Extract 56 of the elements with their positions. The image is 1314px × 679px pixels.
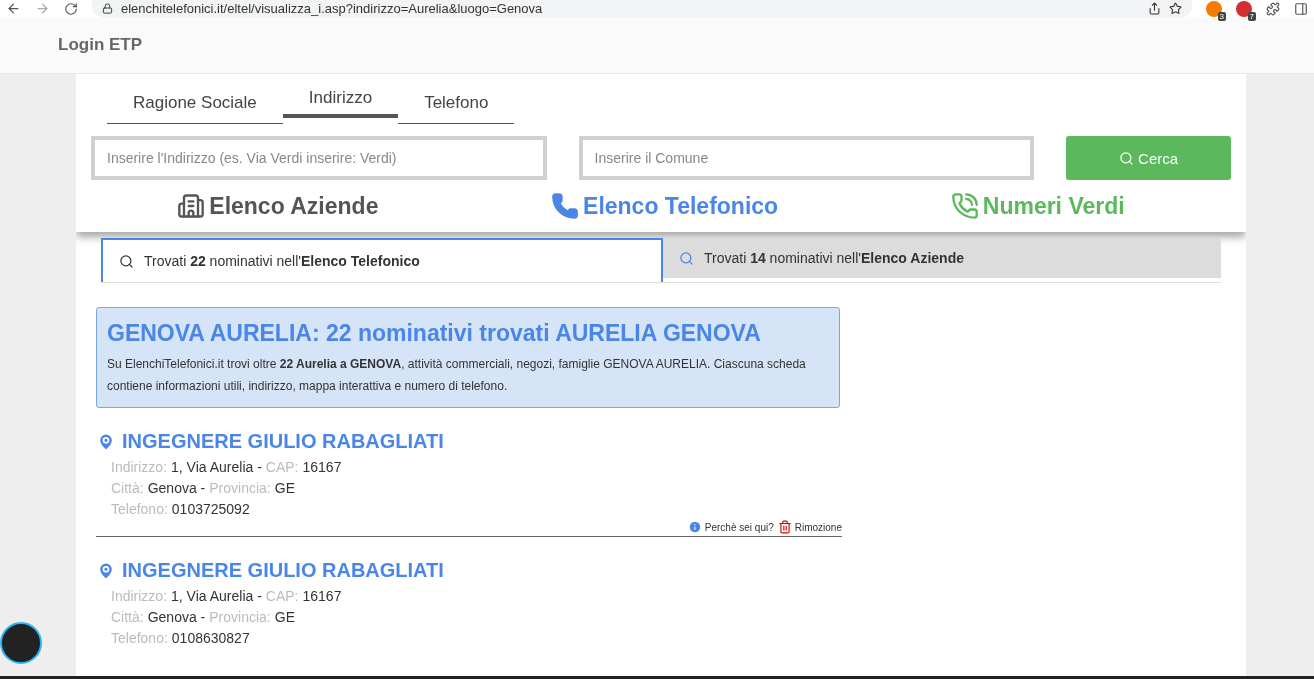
extensions-icon[interactable] [1266, 1, 1280, 16]
url-text: elenchitelefonici.it/eltel/visualizza_i.asp?indirizzo=Aurelia&luogo=Genova [121, 1, 544, 16]
reload-icon[interactable] [64, 1, 78, 16]
field-value: 1, Via Aurelia - [171, 458, 262, 477]
extension-badge: 3 [1217, 11, 1226, 21]
extension-badge: 7 [1247, 11, 1256, 21]
field-value: GE [274, 479, 295, 498]
field-label: Telefono: [111, 500, 168, 519]
field-value: 16167 [302, 587, 342, 606]
accessibility-widget[interactable] [0, 622, 42, 664]
bookmark-star-icon[interactable] [1169, 2, 1182, 15]
action-link[interactable]: Rimozione [777, 520, 842, 534]
action-link[interactable]: Perchè sei qui? [687, 520, 774, 534]
search-icon [679, 250, 694, 266]
entry-name-link[interactable]: INGEGNERE GIULIO RABAGLIATI [122, 559, 444, 582]
city-field[interactable]: Inserire il Comune [578, 136, 1035, 180]
field-label: Indirizzo: [111, 458, 168, 477]
search-icon [1119, 150, 1135, 166]
search-icon [119, 253, 134, 269]
field-value: 0108630827 [171, 629, 250, 648]
field-label: CAP: [265, 458, 299, 477]
field-value: 1, Via Aurelia - [171, 587, 262, 606]
building-icon [177, 192, 206, 220]
field-value: 16167 [302, 458, 342, 477]
field-label: Città: [111, 608, 144, 627]
field-value: Genova - [147, 608, 206, 627]
phone-icon [551, 192, 580, 220]
login-link[interactable]: Login ETP [58, 35, 143, 55]
directory-link[interactable]: Elenco Telefonico [551, 192, 779, 220]
field-label: Provincia: [209, 479, 271, 498]
back-icon[interactable] [6, 1, 21, 16]
phone-icon [950, 192, 979, 220]
summary-title: GENOVA AURELIA: 22 nominativi trovati AURELIA GENOVA [107, 320, 762, 347]
field-label: CAP: [265, 587, 299, 606]
results-tab[interactable]: Trovati 22 nominativi nell'Elenco Telefonico [101, 238, 663, 282]
field-label: Provincia: [209, 608, 271, 627]
lock-icon [102, 3, 113, 14]
entry-name-link[interactable]: INGEGNERE GIULIO RABAGLIATI [122, 430, 444, 453]
directory-link[interactable]: Elenco Aziende [177, 192, 379, 220]
summary-text: Su ElenchiTelefonici.it trovi oltre 22 Aurelia a GENOVA, attività commerciali, negozi, famiglie GENOVA AURELIA. Ciascuna scheda contiene informazioni utili, indirizzo, mappa interattiva e numero di telefono. [107, 356, 807, 395]
field-label: Telefono: [111, 629, 168, 648]
address-bar[interactable]: elenchitelefonici.it/eltel/visualizza_i.asp?indirizzo=Aurelia&luogo=Genova [92, 0, 1192, 17]
info-icon [687, 520, 702, 534]
search-tab[interactable]: Telefono [398, 82, 515, 124]
address-field[interactable]: Inserire l'Indirizzo (es. Via Verdi inserire: Verdi) [91, 136, 547, 180]
field-value: Genova - [147, 479, 206, 498]
share-icon[interactable] [1148, 2, 1161, 15]
search-tab[interactable]: Ragione Sociale [107, 82, 283, 124]
search-tab[interactable]: Indirizzo [282, 82, 399, 118]
field-label: Città: [111, 479, 144, 498]
field-value: GE [274, 608, 295, 627]
field-value: 0103725092 [171, 500, 250, 519]
trash-icon [777, 520, 792, 534]
results-tab[interactable]: Trovati 14 nominativi nell'Elenco Aziende [663, 238, 1221, 278]
field-label: Indirizzo: [111, 587, 168, 606]
side-panel-icon[interactable] [1294, 1, 1308, 16]
